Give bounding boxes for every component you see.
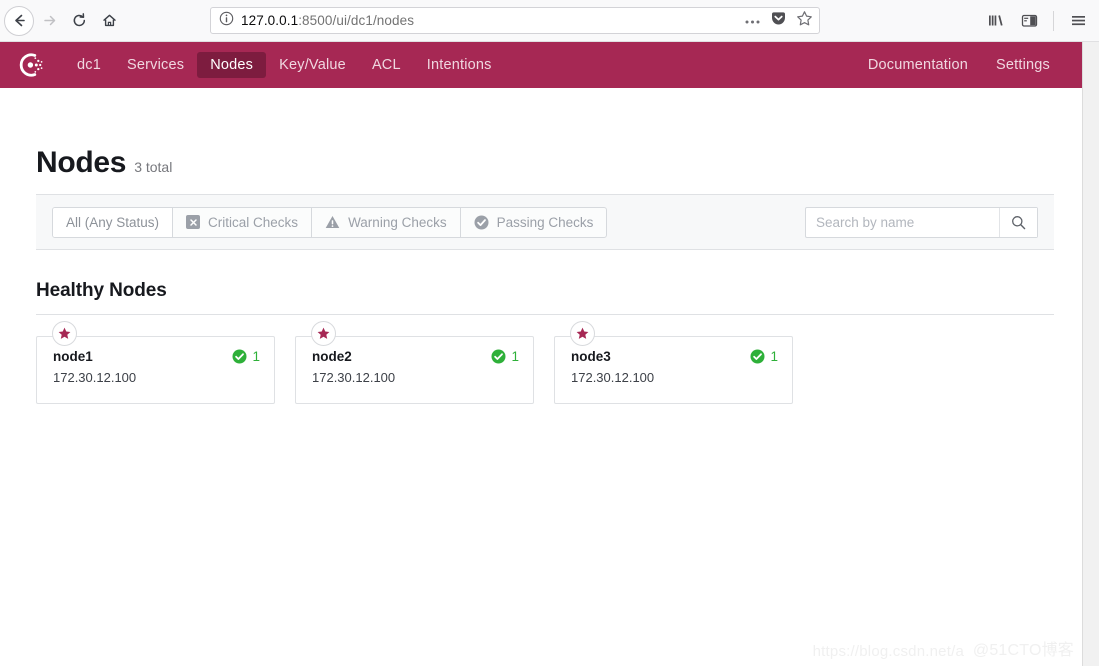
node-check-count: 1 (252, 349, 260, 364)
urlbar-container: 127.0.0.1:8500/ui/dc1/nodes (124, 7, 981, 34)
filter-passing-label: Passing Checks (496, 214, 594, 230)
node-name: node2 (312, 349, 352, 364)
pocket-button[interactable] (770, 10, 787, 32)
home-button[interactable] (94, 6, 124, 36)
page-header: Nodes 3 total (36, 88, 1054, 180)
node-total-count: 3 total (134, 159, 173, 175)
reload-icon (73, 13, 85, 27)
pocket-icon (772, 11, 785, 24)
back-button[interactable] (4, 5, 34, 36)
filter-warning-checks[interactable]: Warning Checks (312, 207, 461, 237)
nav-links: dc1 Services Nodes Key/Value ACL Intenti… (64, 52, 505, 78)
nav-link-documentation[interactable]: Documentation (854, 52, 982, 78)
leader-star-badge (570, 321, 595, 346)
consul-main-nav: dc1 Services Nodes Key/Value ACL Intenti… (0, 42, 1082, 88)
search-input[interactable] (806, 207, 999, 237)
node-card-list: node1 1 172.30.12.100 node2 1 172.30.12.… (36, 321, 1054, 404)
node-address: 172.30.12.100 (312, 370, 396, 385)
toolbar-divider (1053, 10, 1054, 31)
browser-nav-buttons (0, 5, 124, 36)
search-group (805, 206, 1038, 238)
nav-link-nodes[interactable]: Nodes (197, 52, 267, 78)
library-icon (988, 15, 1003, 26)
ellipsis-icon (745, 20, 760, 23)
node-check-count: 1 (511, 349, 519, 364)
bookmark-button[interactable] (796, 10, 813, 32)
star-icon (576, 327, 589, 339)
nav-link-acl[interactable]: ACL (359, 52, 414, 78)
page-scrollbar[interactable] (1082, 42, 1099, 666)
node-card-top-row: node3 1 (571, 349, 778, 364)
nav-link-dc1[interactable]: dc1 (64, 52, 114, 78)
urlbar-actions (738, 10, 813, 32)
sidebar-button[interactable] (1014, 6, 1044, 36)
check-circle-icon (491, 349, 506, 364)
node-card[interactable]: node3 1 172.30.12.100 (554, 321, 793, 404)
leader-star-badge (52, 321, 77, 346)
url-path: :8500/ui/dc1/nodes (298, 13, 415, 28)
watermark-51cto: @51CTO博客 (972, 642, 1074, 659)
node-name: node3 (571, 349, 611, 364)
site-info-icon[interactable] (219, 11, 234, 31)
star-icon (317, 327, 330, 339)
star-icon (58, 327, 71, 339)
page-title: Nodes (36, 146, 127, 179)
browser-toolbar: 127.0.0.1:8500/ui/dc1/nodes (0, 0, 1099, 42)
node-check-status: 1 (750, 349, 778, 364)
arrow-left-icon (14, 14, 25, 27)
nav-right-links: Documentation Settings (854, 52, 1064, 78)
check-circle-icon (750, 349, 765, 364)
critical-icon (186, 215, 201, 229)
node-name: node1 (53, 349, 93, 364)
filter-critical-label: Critical Checks (208, 214, 299, 230)
nav-link-key-value[interactable]: Key/Value (266, 52, 359, 78)
node-check-status: 1 (232, 349, 260, 364)
search-icon (1012, 215, 1026, 229)
sidebar-icon (1021, 14, 1037, 27)
page-content: Nodes 3 total All (Any Status) Critical … (0, 88, 1082, 666)
page-actions-button[interactable] (744, 12, 761, 30)
node-check-status: 1 (491, 349, 519, 364)
passing-icon (474, 215, 489, 229)
reload-button[interactable] (64, 6, 94, 36)
watermark-csdn: https://blog.csdn.net/a (812, 643, 964, 660)
section-divider (36, 314, 1054, 315)
node-card-top-row: node1 1 (53, 349, 260, 364)
check-circle-icon (232, 349, 247, 364)
node-address: 172.30.12.100 (571, 370, 655, 385)
url-text: 127.0.0.1:8500/ui/dc1/nodes (241, 13, 738, 28)
home-icon (102, 14, 116, 27)
nav-link-intentions[interactable]: Intentions (414, 52, 505, 78)
nav-link-settings[interactable]: Settings (982, 52, 1064, 78)
node-card-top-row: node2 1 (312, 349, 519, 364)
address-bar[interactable]: 127.0.0.1:8500/ui/dc1/nodes (210, 7, 820, 34)
warning-icon (325, 216, 340, 228)
hamburger-icon (1071, 16, 1085, 26)
consul-logo-icon[interactable] (16, 50, 46, 80)
filter-critical-checks[interactable]: Critical Checks (173, 207, 313, 237)
filter-passing-checks[interactable]: Passing Checks (461, 208, 607, 237)
url-host: 127.0.0.1 (241, 13, 299, 28)
filter-toolbar: All (Any Status) Critical Checks Warning… (36, 195, 1054, 250)
filter-warning-label: Warning Checks (348, 214, 447, 230)
menu-button[interactable] (1063, 6, 1093, 36)
arrow-right-icon (43, 15, 55, 26)
status-filter-group: All (Any Status) Critical Checks Warning… (52, 206, 608, 238)
node-address: 172.30.12.100 (53, 370, 137, 385)
leader-star-badge (311, 321, 336, 346)
library-button[interactable] (981, 6, 1011, 36)
node-check-count: 1 (770, 349, 778, 364)
section-heading-healthy-nodes: Healthy Nodes (36, 280, 167, 301)
browser-right-buttons (981, 6, 1099, 36)
star-outline-icon (797, 10, 812, 25)
nav-link-services[interactable]: Services (114, 52, 197, 78)
node-card[interactable]: node2 1 172.30.12.100 (295, 321, 534, 404)
node-card[interactable]: node1 1 172.30.12.100 (36, 321, 275, 404)
filter-all-any-status[interactable]: All (Any Status) (53, 207, 174, 237)
forward-button[interactable] (34, 6, 64, 36)
filter-all-label: All (Any Status) (66, 214, 160, 230)
search-button[interactable] (999, 207, 1037, 237)
